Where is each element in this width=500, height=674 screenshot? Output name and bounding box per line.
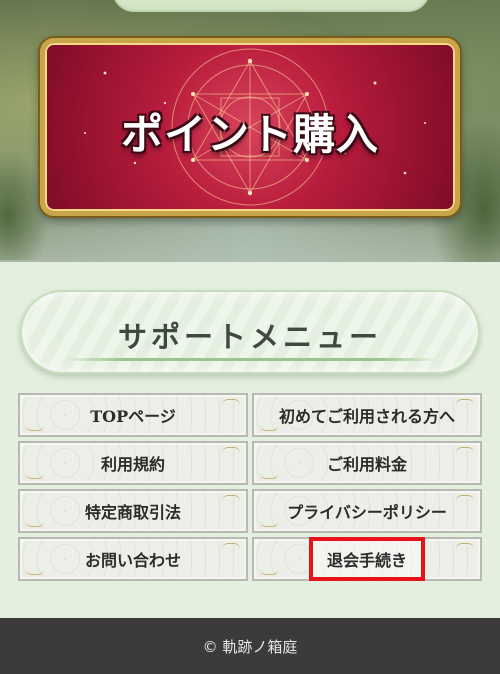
ornament-icon: [26, 473, 44, 479]
support-menu-header: サポートメニュー: [20, 290, 480, 374]
ornament-icon: [26, 569, 44, 575]
ornament-icon: [26, 521, 44, 527]
ornament-icon: [222, 447, 240, 453]
menu-item-label: 利用規約: [100, 455, 165, 474]
hero-background: ポイント購入: [0, 0, 500, 262]
menu-item-contact[interactable]: お問い合わせ: [18, 537, 248, 581]
menu-item-top-page[interactable]: TOPページ: [18, 393, 248, 437]
ornament-icon: [222, 495, 240, 501]
point-purchase-banner[interactable]: ポイント購入: [40, 38, 460, 216]
copyright-text: © 軌跡ノ箱庭: [202, 637, 298, 656]
header-underline: [64, 358, 438, 361]
menu-item-label: 退会手続き: [326, 551, 407, 570]
menu-item-label: 初めてご利用される方へ: [278, 407, 455, 426]
ornament-icon: [260, 425, 278, 431]
support-menu-grid: TOPページ 初めてご利用される方へ 利用規約 ご利用料金 特定商取引法 プライ…: [18, 393, 482, 581]
withdrawal-highlight[interactable]: 退会手続き: [308, 537, 425, 581]
menu-item-label: TOPページ: [90, 407, 176, 426]
ornament-icon: [260, 569, 278, 575]
ornament-icon: [26, 425, 44, 431]
support-menu-title: サポートメニュー: [117, 320, 382, 354]
ornament-icon: [222, 543, 240, 549]
menu-item-label: 特定商取引法: [84, 503, 181, 522]
ornament-icon: [260, 521, 278, 527]
ornament-icon: [222, 399, 240, 405]
menu-item-label: プライバシーポリシー: [287, 503, 447, 522]
menu-item-first-time-guide[interactable]: 初めてご利用される方へ: [252, 393, 482, 437]
footer: © 軌跡ノ箱庭: [0, 618, 500, 674]
banner-title: ポイント購入: [120, 110, 379, 159]
ornament-icon: [456, 447, 474, 453]
top-tab[interactable]: [112, 0, 430, 12]
ornament-icon: [456, 399, 474, 405]
menu-item-privacy-policy[interactable]: プライバシーポリシー: [252, 489, 482, 533]
menu-item-terms-of-use[interactable]: 利用規約: [18, 441, 248, 485]
ornament-icon: [456, 543, 474, 549]
ornament-icon: [456, 495, 474, 501]
menu-item-label: お問い合わせ: [84, 551, 181, 570]
menu-item-pricing[interactable]: ご利用料金: [252, 441, 482, 485]
menu-item-label: ご利用料金: [326, 455, 407, 474]
menu-item-withdrawal[interactable]: 退会手続き: [252, 537, 482, 581]
menu-item-commercial-transactions[interactable]: 特定商取引法: [18, 489, 248, 533]
ornament-icon: [260, 473, 278, 479]
